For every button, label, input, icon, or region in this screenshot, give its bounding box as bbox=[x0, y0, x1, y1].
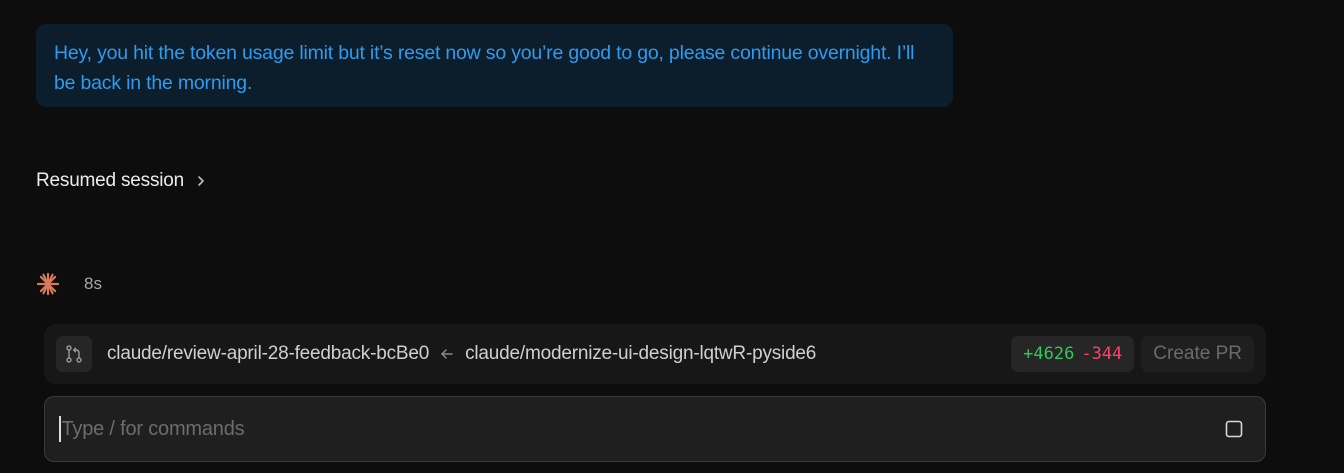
deletions-count: -344 bbox=[1081, 344, 1123, 364]
chat-page: Hey, you hit the token usage limit but i… bbox=[0, 0, 1344, 473]
diff-stat-badge[interactable]: +4626 -344 bbox=[1011, 336, 1135, 372]
branch-names: claude/review-april-28-feedback-bcBe0 cl… bbox=[107, 343, 816, 365]
git-branch-icon[interactable] bbox=[56, 336, 92, 372]
additions-count: +4626 bbox=[1023, 344, 1075, 364]
spark-icon bbox=[36, 272, 60, 296]
thinking-status: 8s bbox=[36, 272, 102, 296]
user-message-bubble: Hey, you hit the token usage limit but i… bbox=[36, 24, 953, 107]
command-input[interactable]: Type / for commands bbox=[44, 396, 1266, 462]
base-branch: claude/review-april-28-feedback-bcBe0 bbox=[107, 343, 430, 364]
arrow-left-icon bbox=[441, 349, 453, 359]
command-input-placeholder: Type / for commands bbox=[61, 417, 245, 440]
text-caret bbox=[59, 416, 61, 442]
create-pr-button[interactable]: Create PR bbox=[1141, 336, 1254, 372]
stop-square-icon[interactable] bbox=[1225, 420, 1243, 438]
resumed-session-toggle[interactable]: Resumed session bbox=[36, 170, 208, 192]
chevron-right-icon bbox=[198, 176, 204, 186]
elapsed-time: 8s bbox=[84, 274, 102, 293]
resumed-session-label: Resumed session bbox=[36, 170, 185, 191]
branch-bar: claude/review-april-28-feedback-bcBe0 cl… bbox=[44, 324, 1266, 384]
head-branch: claude/modernize-ui-design-lqtwR-pyside6 bbox=[465, 343, 817, 364]
user-message-text: Hey, you hit the token usage limit but i… bbox=[54, 42, 915, 94]
